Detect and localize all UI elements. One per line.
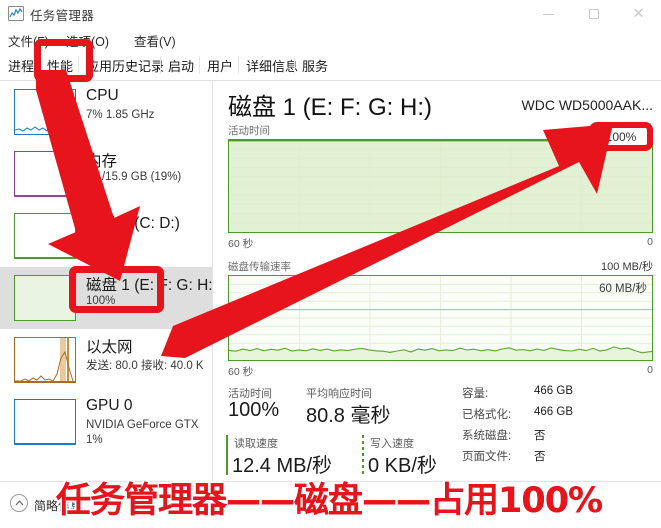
chart2-label: 磁盘传输速率 [228,261,291,273]
maximize-button[interactable] [571,0,616,28]
tab-divider [199,56,200,74]
chart1-axis-right: 0 [647,236,653,248]
sidebar-item-gpu0-sub2: 1% [86,434,103,446]
chevron-up-icon[interactable] [10,494,28,512]
sidebar-item-ethernet[interactable]: 以太网 发送: 80.0 接收: 40.0 K [0,329,212,391]
info-capacity-value: 466 GB [534,385,573,397]
sidebar-item-gpu0-title: GPU 0 [86,397,133,414]
sidebar-item-gpu0-sub: NVIDIA GeForce GTX [86,419,199,431]
sidebar-item-memory-title: 内存 [86,153,118,170]
disk0-thumbnail-graph [14,213,76,259]
stat-active-time-value: 100% [228,399,280,421]
disk1-thumbnail-graph [14,275,76,321]
chart1-axis-left: 60 秒 [228,238,254,250]
sidebar-item-disk0[interactable]: 磁盘 0 (C: D:) 3% [0,205,212,267]
tab-app-history[interactable]: 应用历史记录 [86,50,164,80]
close-button[interactable]: ✕ [616,0,661,28]
write-speed-accent-bar [362,435,364,475]
tab-divider [160,56,161,74]
sidebar-item-disk0-title: 磁盘 0 (C: D:) [86,215,180,232]
read-speed-accent-bar [226,435,228,475]
chart2-axis-right: 0 [647,364,653,376]
cpu-thumbnail-graph [14,89,76,135]
info-system-disk-key: 系统磁盘: [462,430,512,442]
tab-divider [294,56,295,74]
annotation-box-disk1-item [69,266,164,313]
disk-transfer-rate-graph [228,275,653,361]
annotation-box-performance-tab [34,39,93,82]
gpu0-thumbnail-graph [14,399,76,445]
sidebar-item-memory[interactable]: 内存 3.1/15.9 GB (19%) [0,143,212,205]
tab-bar: 进程 性能 应用历史记录 启动 用户 详细信息 服务 [0,50,661,81]
annotation-callout-value: 100% [605,129,637,144]
sidebar-item-cpu[interactable]: CPU 7% 1.85 GHz [0,81,212,143]
tab-startup[interactable]: 启动 [168,50,194,80]
sidebar-item-ethernet-title: 以太网 [86,339,133,356]
stat-response-time-value: 80.8 毫秒 [306,405,391,427]
sidebar-item-cpu-title: CPU [86,87,119,104]
ethernet-thumbnail-graph [14,337,76,383]
menu-bar: 文件(F) 选项(O) 查看(V) [0,28,661,50]
title-bar: 任务管理器 ✕ [0,0,661,28]
task-manager-window: 任务管理器 ✕ 文件(F) 选项(O) 查看(V) 进程 性能 应用历史记录 启… [0,0,661,528]
window-title: 任务管理器 [30,9,95,23]
annotation-caption: 任务管理器——磁盘——占用100% [56,481,603,521]
tab-details[interactable]: 详细信息 [246,50,298,80]
info-formatted-value: 466 GB [534,406,573,418]
info-system-disk-value: 否 [534,430,546,442]
sidebar-item-gpu0[interactable]: GPU 0 NVIDIA GeForce GTX 1% [0,391,212,461]
tab-users[interactable]: 用户 [207,50,233,80]
chart1-label: 活动时间 [228,125,270,137]
memory-thumbnail-graph [14,151,76,197]
minimize-button[interactable] [526,0,571,28]
info-capacity-key: 容量: [462,388,489,400]
sidebar-item-disk0-sub: 3% [86,233,103,245]
menu-view[interactable]: 查看(V) [134,31,176,50]
activity-time-graph [228,139,653,233]
sidebar-item-ethernet-sub: 发送: 80.0 接收: 40.0 K [86,360,204,372]
task-manager-icon [8,6,24,21]
disk-model-label: WDC WD5000AAK... [521,97,653,113]
info-page-file-value: 否 [534,451,546,463]
chart2-axis-left: 60 秒 [228,366,254,378]
tab-services[interactable]: 服务 [302,50,328,80]
info-page-file-key: 页面文件: [462,451,512,463]
chart2-inner-note: 60 MB/秒 [599,283,647,295]
tab-processes[interactable]: 进程 [8,50,34,80]
page-title: 磁盘 1 (E: F: G: H:) [228,94,433,121]
sidebar-item-memory-sub: 3.1/15.9 GB (19%) [86,171,182,183]
sidebar-item-cpu-sub: 7% 1.85 GHz [86,109,155,121]
tab-divider [238,56,239,74]
chart2-max-label: 100 MB/秒 [601,261,653,273]
info-formatted-key: 已格式化: [462,409,512,421]
